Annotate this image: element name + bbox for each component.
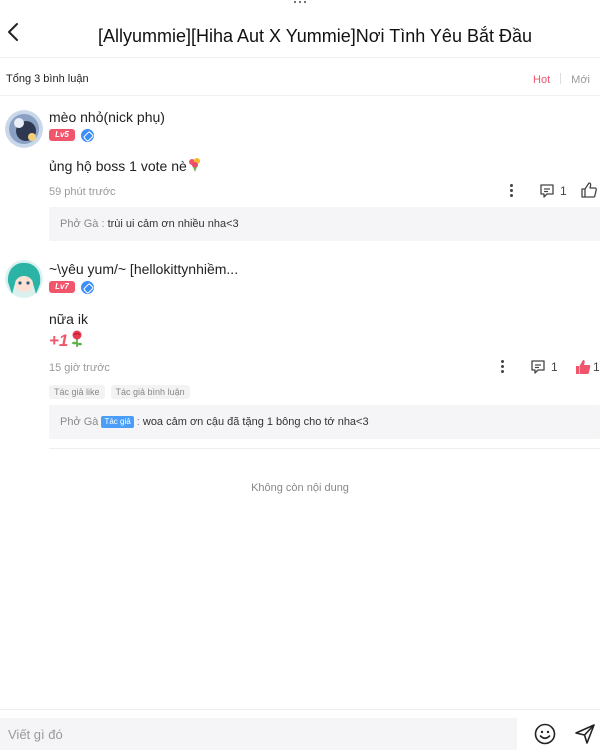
like-count: 1 xyxy=(593,360,600,374)
like-button[interactable] xyxy=(580,181,600,199)
reply-separator: : xyxy=(133,416,143,428)
reply-count: 1 xyxy=(560,184,567,198)
bouquet-icon xyxy=(188,158,200,172)
username[interactable]: ~\yêu yum/~ [hellokittynhiềm... xyxy=(49,261,238,277)
avatar[interactable] xyxy=(5,260,43,298)
reply-button[interactable]: 1 xyxy=(530,359,562,375)
author-tags: Tác giả like Tác giả bình luận xyxy=(49,382,196,400)
reply-button[interactable]: 1 xyxy=(539,183,571,199)
reply-separator: : xyxy=(98,218,108,230)
thumbs-up-icon xyxy=(576,360,591,374)
thumbs-up-icon xyxy=(581,182,597,198)
top-bar: [Allyummie][Hiha Aut X Yummie]Nơi Tình Y… xyxy=(0,0,600,58)
drag-handle-icon xyxy=(293,0,307,4)
level-badge: Lv5 xyxy=(49,129,75,141)
emoji-icon[interactable] xyxy=(534,723,556,745)
reply-author[interactable]: Phở Gà xyxy=(60,218,98,230)
comment-count: Tổng 3 bình luận xyxy=(6,73,89,85)
comment-composer xyxy=(0,709,600,750)
sort-hot-tab[interactable]: Hot xyxy=(533,74,550,86)
comment-text-row: ủng hộ boss 1 vote nè xyxy=(49,157,203,174)
sort-new-tab[interactable]: Mới xyxy=(571,74,590,86)
reply-text: trùi ui cảm ơn nhiều nha<3 xyxy=(107,218,239,230)
sort-toggle: Hot Mới xyxy=(533,73,590,86)
comment-icon xyxy=(531,360,545,374)
level-badge: Lv7 xyxy=(49,281,75,293)
tag-chip: Tác giả bình luận xyxy=(110,385,190,399)
reply-preview[interactable]: Phở Gà Tác giả : woa cảm ơn cậu đã tặng … xyxy=(49,405,600,439)
avatar[interactable] xyxy=(5,110,43,148)
comment-summary-bar: Tổng 3 bình luận Hot Mới xyxy=(0,62,600,96)
divider xyxy=(49,448,600,449)
reply-text: woa cảm ơn cậu đã tặng 1 bông cho tớ nha… xyxy=(142,416,369,428)
reply-preview[interactable]: Phở Gà : trùi ui cảm ơn nhiều nha<3 xyxy=(49,207,600,241)
more-icon[interactable] xyxy=(507,184,515,200)
comment-text: nữa ik xyxy=(49,311,88,327)
rose-icon xyxy=(72,330,83,347)
page-title: [Allyummie][Hiha Aut X Yummie]Nơi Tình Y… xyxy=(97,26,532,46)
username[interactable]: mèo nhỏ(nick phụ) xyxy=(49,109,165,125)
verified-icon xyxy=(81,281,94,294)
sort-divider xyxy=(560,73,562,84)
reply-count: 1 xyxy=(551,360,558,374)
author-tag-badge: Tác giả xyxy=(101,416,134,428)
comment-item: mèo nhỏ(nick phụ) Lv5 ủng hộ boss 1 vote… xyxy=(0,100,600,250)
gift-count: +1 xyxy=(49,331,69,350)
send-icon[interactable] xyxy=(574,723,596,745)
comment-text: ủng hộ boss 1 vote nè xyxy=(49,158,187,174)
gift-row: +1 xyxy=(49,330,84,351)
comment-input[interactable] xyxy=(0,718,517,750)
comment-item: ~\yêu yum/~ [hellokittynhiềm... Lv7 nữa … xyxy=(0,250,600,450)
like-button[interactable]: 1 xyxy=(574,358,600,376)
comment-time: 15 giờ trước xyxy=(49,362,110,374)
back-icon[interactable] xyxy=(4,20,24,44)
end-of-list-label: Không còn nội dung xyxy=(251,482,349,494)
reply-author[interactable]: Phở Gà xyxy=(60,416,98,428)
more-icon[interactable] xyxy=(498,360,506,376)
comment-time: 59 phút trước xyxy=(49,186,116,198)
tag-chip: Tác giả like xyxy=(49,385,105,399)
verified-icon xyxy=(81,129,94,142)
comment-icon xyxy=(540,184,554,198)
